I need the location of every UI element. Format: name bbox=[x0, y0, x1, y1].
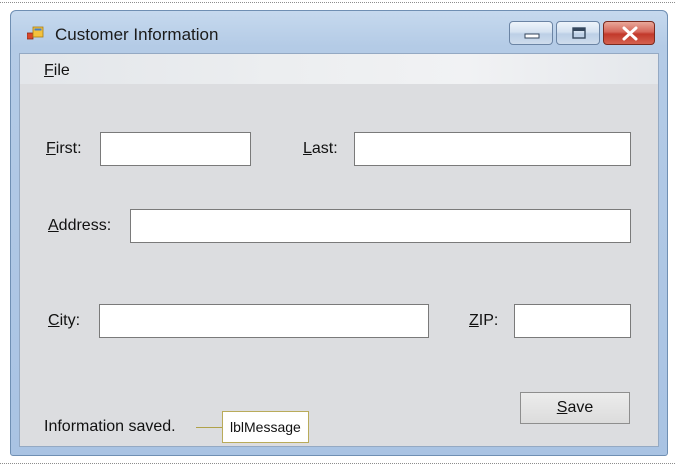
first-label: First: bbox=[46, 140, 82, 158]
zip-label-text: IP: bbox=[478, 312, 499, 329]
zip-input[interactable] bbox=[514, 304, 631, 338]
zip-label-accelerator: Z bbox=[469, 312, 479, 329]
zip-label: ZIP: bbox=[469, 312, 498, 330]
menu-bar: File bbox=[20, 54, 658, 84]
screenshot-stage: Customer Information File First: Last: A… bbox=[0, 0, 675, 468]
bottom-dotted-border bbox=[0, 463, 675, 464]
city-label: City: bbox=[48, 312, 80, 330]
minimize-button[interactable] bbox=[509, 21, 553, 45]
save-button-accelerator: S bbox=[556, 399, 568, 416]
city-input[interactable] bbox=[99, 304, 429, 338]
address-label-accelerator: A bbox=[48, 217, 59, 234]
first-name-input[interactable] bbox=[100, 132, 251, 166]
first-label-text: irst: bbox=[55, 140, 82, 157]
app-form-icon bbox=[26, 26, 45, 42]
save-button[interactable]: Save bbox=[520, 392, 630, 424]
lblmessage-callout: lblMessage bbox=[222, 411, 309, 443]
status-message-label: Information saved. bbox=[44, 418, 176, 435]
top-dotted-border bbox=[0, 2, 675, 3]
menu-file[interactable]: File bbox=[44, 62, 70, 80]
close-button[interactable] bbox=[603, 21, 655, 45]
minimize-icon bbox=[524, 33, 540, 39]
maximize-button[interactable] bbox=[556, 21, 600, 45]
last-label: Last: bbox=[303, 140, 338, 158]
close-icon bbox=[622, 26, 638, 41]
menu-file-accelerator: F bbox=[44, 62, 54, 79]
city-label-text: ity: bbox=[59, 312, 81, 329]
last-label-text: ast: bbox=[311, 140, 338, 157]
callout-leader-line bbox=[196, 427, 222, 428]
menu-file-label: ile bbox=[53, 62, 70, 79]
first-label-accelerator: F bbox=[46, 140, 56, 157]
last-name-input[interactable] bbox=[354, 132, 631, 166]
address-input[interactable] bbox=[130, 209, 631, 243]
last-label-accelerator: L bbox=[303, 140, 312, 157]
address-label: Address: bbox=[48, 217, 111, 235]
customer-information-window: Customer Information File First: Last: A… bbox=[10, 10, 668, 456]
window-title: Customer Information bbox=[55, 25, 219, 44]
form-client-area: File First: Last: Address: City: ZIP: Sa… bbox=[19, 53, 659, 447]
title-bar[interactable]: Customer Information bbox=[11, 11, 667, 53]
save-button-label: ave bbox=[567, 399, 594, 416]
city-label-accelerator: C bbox=[48, 312, 60, 329]
maximize-icon bbox=[572, 27, 586, 39]
address-label-text: ddress: bbox=[58, 217, 112, 234]
